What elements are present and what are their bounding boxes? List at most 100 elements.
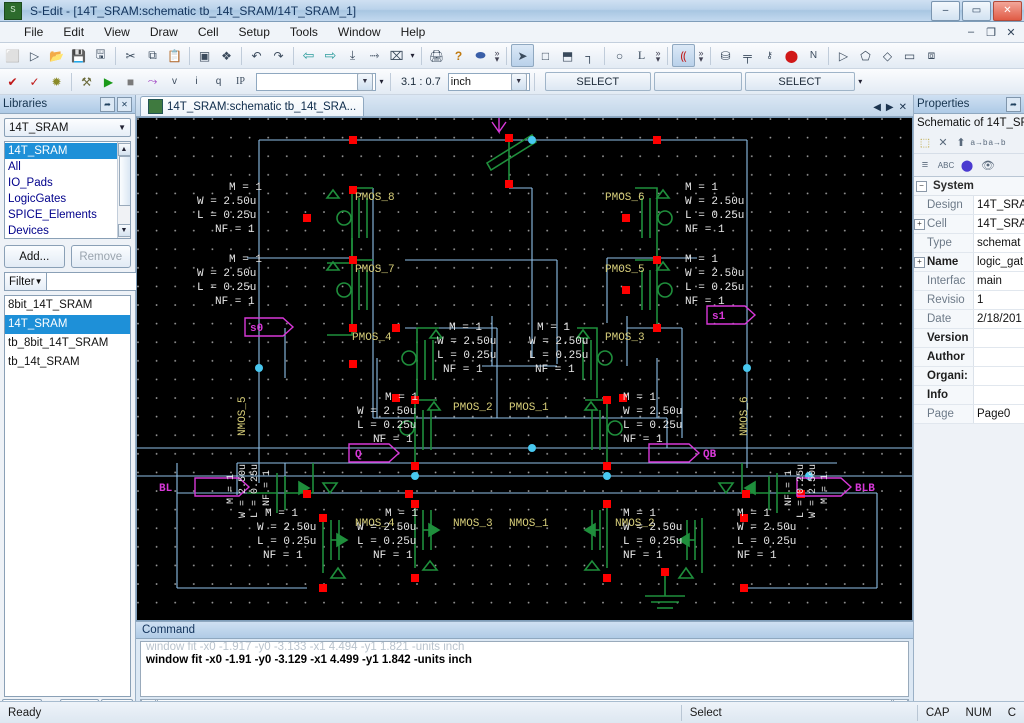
schematic-canvas[interactable]: s0 s1 Q QB BL BLB PMOS_8 PMOS_7 PMOS_6 P… xyxy=(136,117,913,621)
copy-icon[interactable]: ⧉ xyxy=(142,45,163,66)
menu-window[interactable]: Window xyxy=(328,23,391,41)
delete-property-icon[interactable]: ✕ xyxy=(935,134,951,150)
expand-plus-icon[interactable]: + xyxy=(914,219,925,230)
select-overflow-icon[interactable]: ▾ xyxy=(856,77,865,86)
open-folder-icon[interactable]: 📂 xyxy=(46,45,67,66)
mdi-minimize-button[interactable]: – xyxy=(964,26,978,39)
row-expander-icon[interactable]: + xyxy=(914,215,925,233)
minimize-button[interactable]: – xyxy=(931,1,960,21)
add-node-icon[interactable]: ⬤ xyxy=(781,45,802,66)
property-value[interactable]: Page0 xyxy=(973,405,1024,423)
menu-cell[interactable]: Cell xyxy=(188,23,229,41)
property-value[interactable] xyxy=(973,386,1024,404)
waveform-icon[interactable]: ⤳ xyxy=(142,71,163,92)
simulation-select-combo[interactable]: ▼ xyxy=(256,73,376,91)
close-button[interactable]: ✕ xyxy=(993,1,1022,21)
middle-field[interactable] xyxy=(654,72,742,91)
table-row[interactable]: + Cell 14T_SRA xyxy=(914,215,1024,234)
cell-list[interactable]: 8bit_14T_SRAM 14T_SRAM tb_8bit_14T_SRAM … xyxy=(4,295,131,697)
view-config-icon[interactable]: ⌧ xyxy=(386,45,407,66)
menu-help[interactable]: Help xyxy=(391,23,436,41)
input-port-icon[interactable]: ▷ xyxy=(833,45,854,66)
draw-wire-icon[interactable]: ┐ xyxy=(579,45,600,66)
property-value[interactable] xyxy=(973,367,1024,385)
library-list[interactable]: 14T_SRAM All IO_Pads LogicGates SPICE_El… xyxy=(4,141,131,239)
menu-draw[interactable]: Draw xyxy=(140,23,188,41)
output-port-icon[interactable]: ⬠ xyxy=(855,45,876,66)
menu-setup[interactable]: Setup xyxy=(229,23,280,41)
list-item[interactable]: 8bit_14T_SRAM xyxy=(5,296,130,315)
row-expander-icon[interactable]: + xyxy=(914,253,925,271)
table-row[interactable]: Type schemat xyxy=(914,234,1024,253)
table-row[interactable]: + Name logic_gat xyxy=(914,253,1024,272)
back-arrow-icon[interactable]: ⇦ xyxy=(298,45,319,66)
setup-simulation-icon[interactable]: ⚒ xyxy=(76,71,97,92)
table-row[interactable]: Info xyxy=(914,386,1024,405)
menu-tools[interactable]: Tools xyxy=(280,23,328,41)
alphabetic-sort-icon[interactable]: ABC xyxy=(938,157,954,173)
property-value[interactable]: 14T_SRA xyxy=(973,196,1024,214)
mdi-close-button[interactable]: ✕ xyxy=(1004,26,1018,39)
new-from-template-icon[interactable]: ▷ xyxy=(24,45,45,66)
library-selector-combo[interactable]: 14T_SRAM ▼ xyxy=(4,118,131,137)
check-all-icon[interactable]: ✔ xyxy=(2,71,23,92)
menu-edit[interactable]: Edit xyxy=(53,23,94,41)
property-value[interactable]: main xyxy=(973,272,1024,290)
draw-label-icon[interactable]: L xyxy=(631,45,652,66)
scroll-up-icon[interactable]: ▲ xyxy=(118,143,131,156)
new-property-icon[interactable]: ⬚ xyxy=(917,134,933,150)
simulation-combo-overflow-icon[interactable]: ▾ xyxy=(377,77,386,86)
restore-icon[interactable]: ➦ xyxy=(1006,97,1021,112)
draw-polygon-icon[interactable]: ⬒ xyxy=(557,45,578,66)
add-port-icon[interactable]: ⛁ xyxy=(715,45,736,66)
paste-icon[interactable]: 📋 xyxy=(164,45,185,66)
command-output[interactable]: window fit -x0 -1.917 -y0 -3.133 -x1 4.4… xyxy=(140,641,909,697)
visibility-eye-icon[interactable]: 👁 xyxy=(980,157,996,173)
table-row[interactable]: Page Page0 xyxy=(914,405,1024,424)
cut-icon[interactable]: ✂ xyxy=(120,45,141,66)
promote-property-icon[interactable]: ⬆ xyxy=(953,134,969,150)
push-down-icon[interactable]: ⤓ xyxy=(342,45,363,66)
library-list-scrollbar[interactable]: ▲ ▼ xyxy=(117,142,130,238)
view-config-dropdown-icon[interactable]: ▾ xyxy=(408,51,417,60)
menu-file[interactable]: File xyxy=(14,23,53,41)
table-row[interactable]: Interfac main xyxy=(914,272,1024,291)
undo-icon[interactable]: ↶ xyxy=(246,45,267,66)
chevron-down-icon[interactable]: ▼ xyxy=(118,123,126,132)
pop-up-icon[interactable]: ⤑ xyxy=(364,45,385,66)
draw-overflow-icon[interactable]: »▾ xyxy=(653,50,663,62)
add-pin-icon[interactable]: ╤ xyxy=(737,45,758,66)
chevron-down-icon[interactable]: ▼ xyxy=(357,73,373,91)
table-row[interactable]: Organi: xyxy=(914,367,1024,386)
rename-a-b-icon[interactable]: a→b xyxy=(971,134,987,150)
instance-icon[interactable]: ▣ xyxy=(194,45,215,66)
menu-view[interactable]: View xyxy=(94,23,140,41)
properties-group-system[interactable]: − System xyxy=(914,177,1024,196)
list-item[interactable]: tb_8bit_14T_SRAM xyxy=(5,334,130,353)
run-simulation-icon[interactable]: ▶ xyxy=(98,71,119,92)
chevron-down-icon[interactable]: ▼ xyxy=(511,73,527,91)
table-row[interactable]: Date 2/18/201 xyxy=(914,310,1024,329)
list-item[interactable]: 14T_SRAM xyxy=(5,143,117,159)
table-row[interactable]: Author xyxy=(914,348,1024,367)
group-expander-icon[interactable]: − xyxy=(916,181,927,192)
toolbar-overflow-icon[interactable]: »▾ xyxy=(492,50,502,62)
rename-all-icon[interactable]: a→b xyxy=(989,134,1005,150)
tab-next-icon[interactable]: ▶ xyxy=(886,102,894,113)
row-expander-icon[interactable] xyxy=(914,405,925,423)
probe-voltage-icon[interactable]: v xyxy=(164,71,185,92)
row-expander-icon[interactable] xyxy=(914,196,925,214)
property-value[interactable] xyxy=(973,348,1024,366)
row-expander-icon[interactable] xyxy=(914,329,925,347)
save-icon[interactable]: 💾 xyxy=(68,45,89,66)
list-item[interactable]: 14T_SRAM xyxy=(5,315,130,334)
remove-library-button[interactable]: Remove xyxy=(71,245,132,268)
net-name-icon[interactable]: N xyxy=(803,45,824,66)
mdi-restore-button[interactable]: ❐ xyxy=(984,26,998,39)
route-wire-icon[interactable]: ⸨ xyxy=(672,44,695,67)
sort-icon[interactable]: ≡ xyxy=(917,157,933,173)
property-value[interactable] xyxy=(973,329,1024,347)
check-icon[interactable]: ✓ xyxy=(24,71,45,92)
schematic-drawing[interactable]: s0 s1 Q QB BL BLB PMOS_8 PMOS_7 PMOS_6 P… xyxy=(137,118,912,611)
property-value[interactable]: logic_gat xyxy=(973,253,1024,271)
